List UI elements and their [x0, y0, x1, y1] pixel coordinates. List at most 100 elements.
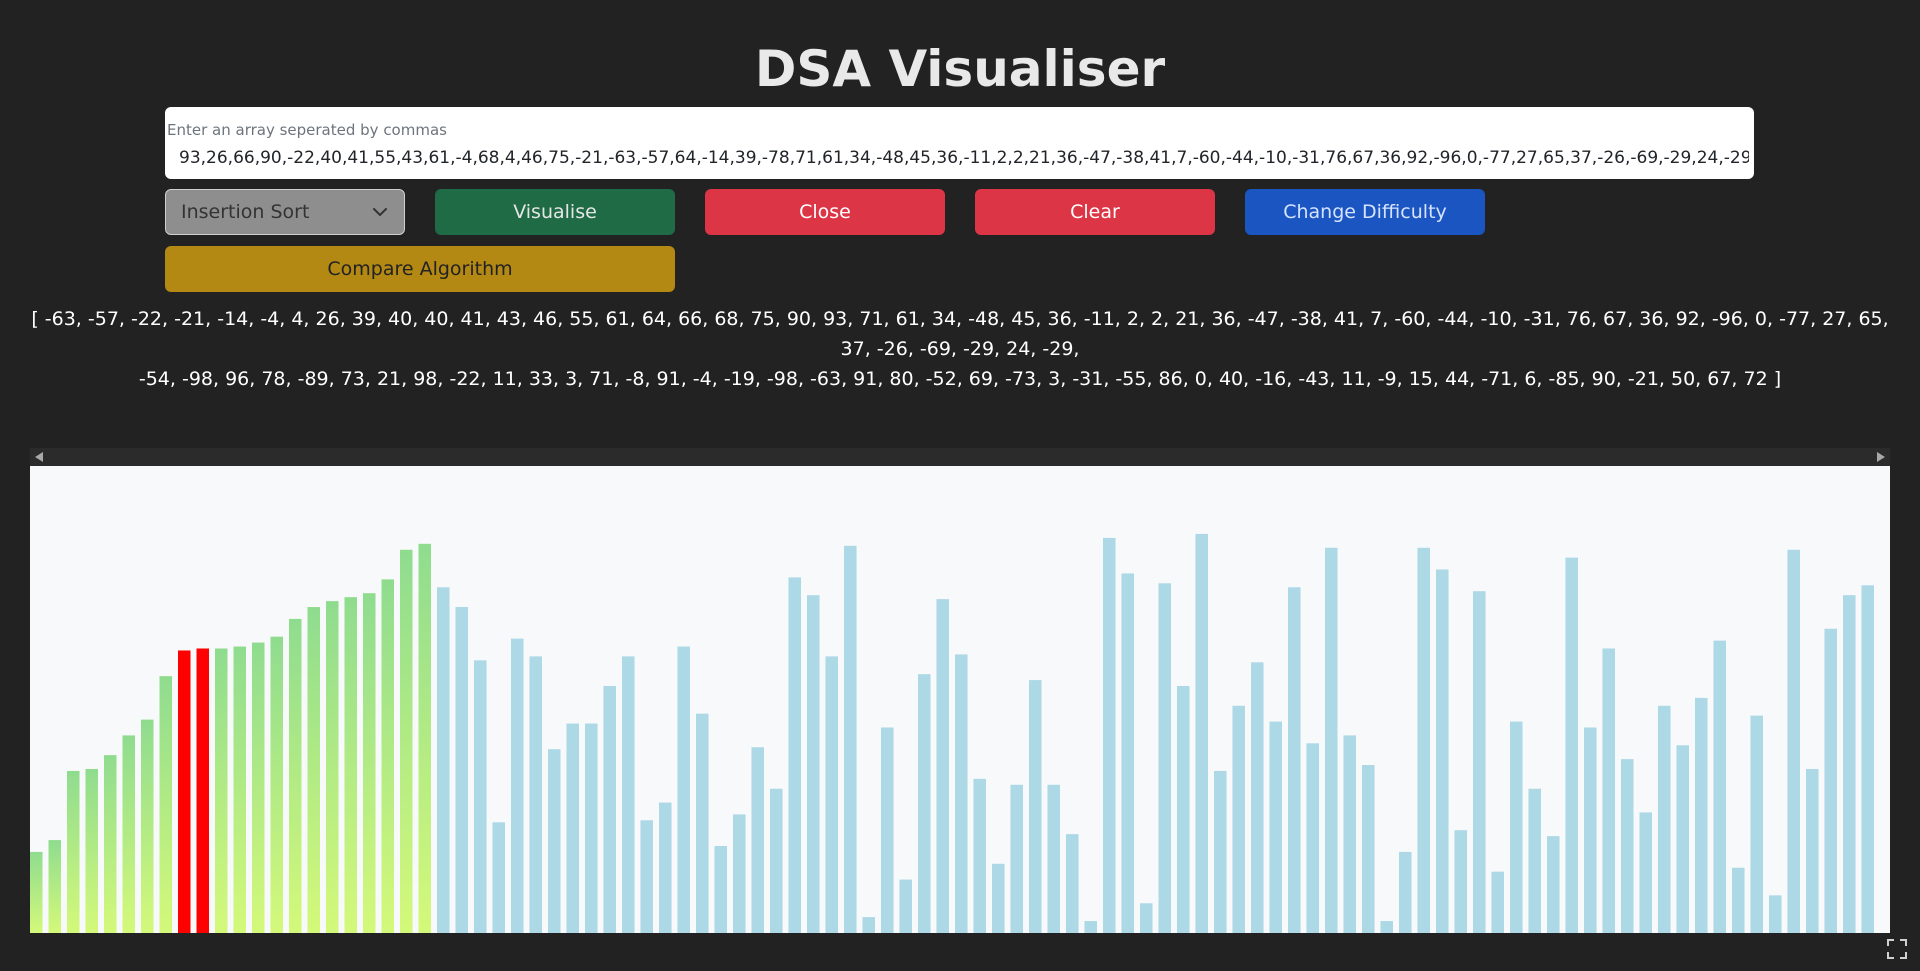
page-title: DSA Visualiser [754, 40, 1166, 98]
array-bar [1269, 721, 1282, 933]
array-bar [1584, 727, 1597, 933]
array-bar [696, 713, 709, 933]
array-bar [1362, 765, 1375, 933]
horizontal-scrollbar[interactable] [30, 448, 1890, 466]
array-bar [1121, 573, 1134, 933]
array-bar [1676, 745, 1689, 933]
array-bar [1787, 549, 1800, 933]
array-bar [1306, 743, 1319, 933]
array-bar [1713, 640, 1726, 933]
array-bar [973, 778, 986, 933]
algorithm-select-value: Insertion Sort [181, 201, 310, 223]
fullscreen-icon[interactable] [1886, 938, 1908, 960]
array-bar [1806, 768, 1819, 933]
array-bar [1195, 533, 1208, 933]
array-bar [1621, 759, 1634, 933]
array-bar [1380, 921, 1393, 933]
bar-visualisation [30, 466, 1890, 933]
array-bar [1639, 812, 1652, 933]
array-bar [1047, 784, 1060, 933]
array-input[interactable] [179, 143, 1749, 173]
array-bar [844, 545, 857, 933]
array-bar [178, 650, 191, 933]
array-bar [289, 618, 302, 933]
array-bar [1454, 830, 1467, 933]
array-bar [881, 727, 894, 933]
array-bar [270, 636, 283, 933]
array-bar [640, 820, 653, 933]
array-display: [ -63, -57, -22, -21, -14, -4, 4, 26, 39… [20, 304, 1900, 394]
array-bar [381, 579, 394, 933]
array-bar [603, 686, 616, 933]
array-bar [622, 656, 635, 933]
array-bar [307, 607, 320, 933]
array-bar [1140, 903, 1153, 933]
array-bar [1158, 583, 1171, 933]
array-bar [1658, 705, 1671, 933]
chevron-down-icon [373, 208, 387, 216]
array-bar [1325, 547, 1338, 933]
array-bar [1417, 547, 1430, 933]
array-bar [862, 917, 875, 933]
array-bar [1029, 680, 1042, 933]
close-button[interactable]: Close [705, 189, 945, 235]
array-bar [1010, 784, 1023, 933]
array-display-line: [ -63, -57, -22, -21, -14, -4, 4, 26, 39… [31, 308, 1889, 360]
array-bar [770, 788, 783, 933]
array-bar [344, 597, 357, 933]
array-bar [548, 749, 561, 933]
array-bar [400, 549, 413, 933]
array-bar [918, 674, 931, 933]
array-bar [566, 723, 579, 933]
array-bar [511, 638, 524, 933]
array-bar [936, 599, 949, 933]
array-bar [899, 879, 912, 933]
array-bar [807, 595, 820, 933]
array-bar [326, 601, 339, 933]
change-difficulty-button[interactable]: Change Difficulty [1245, 189, 1485, 235]
array-bar [215, 648, 228, 933]
array-bar [1695, 697, 1708, 933]
array-bar [122, 735, 135, 933]
array-bar [474, 660, 487, 933]
array-bar [363, 593, 376, 933]
array-bar [1177, 686, 1190, 933]
array-bar [1750, 715, 1763, 933]
array-bar [1528, 788, 1541, 933]
array-bar [955, 654, 968, 933]
array-bar [1843, 595, 1856, 933]
array-bar [825, 656, 838, 933]
array-bar [1510, 721, 1523, 933]
array-input-label: Enter an array seperated by commas [167, 121, 447, 139]
array-bar [159, 676, 172, 933]
array-bar [1861, 585, 1874, 933]
bars-svg [30, 533, 1874, 933]
array-input-container: Enter an array seperated by commas [165, 107, 1754, 179]
array-bar [733, 814, 746, 933]
array-bar [1547, 836, 1560, 933]
array-bar [788, 577, 801, 933]
algorithm-select[interactable]: Insertion Sort [165, 189, 405, 235]
array-bar [677, 646, 690, 933]
array-bar [1214, 770, 1227, 933]
clear-button[interactable]: Clear [975, 189, 1215, 235]
array-bar [1732, 867, 1745, 933]
visualise-button[interactable]: Visualise [435, 189, 675, 235]
array-bar [751, 747, 764, 933]
array-bar [418, 543, 431, 933]
array-bar [1288, 587, 1301, 933]
array-bar [1084, 921, 1097, 933]
array-bar [659, 802, 672, 933]
scroll-left-icon[interactable] [34, 451, 44, 463]
array-bar [141, 719, 154, 933]
array-bar [455, 607, 468, 933]
array-bar [1066, 834, 1079, 933]
array-bar [1769, 895, 1782, 933]
array-bar [1436, 569, 1449, 933]
array-bar [1473, 591, 1486, 933]
array-bar [196, 648, 209, 933]
array-bar [252, 642, 265, 933]
scroll-right-icon[interactable] [1876, 451, 1886, 463]
array-bar [67, 770, 80, 933]
compare-algorithm-button[interactable]: Compare Algorithm [165, 246, 675, 292]
